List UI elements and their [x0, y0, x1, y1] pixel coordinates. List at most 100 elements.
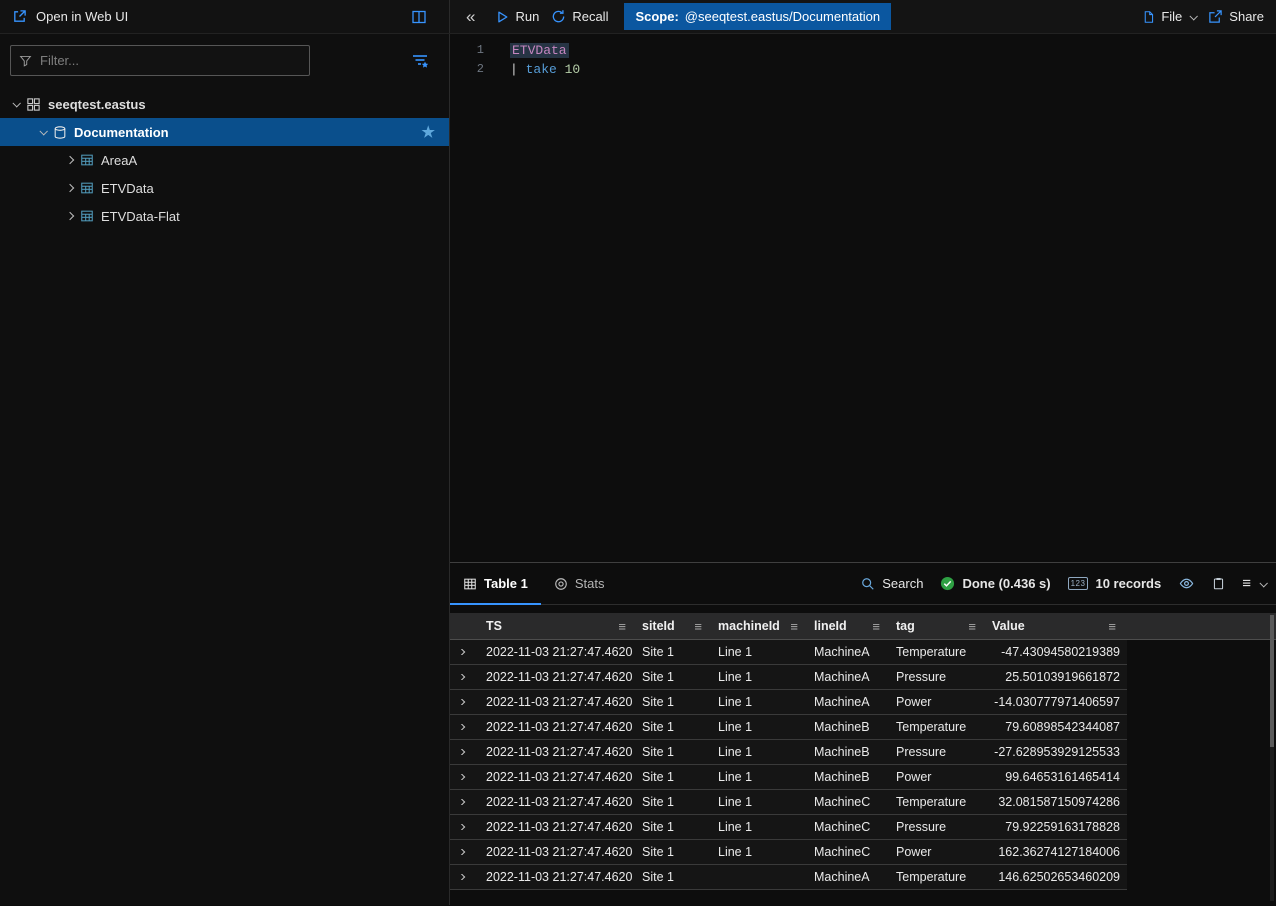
code-line[interactable]: 1ETVData: [450, 41, 1276, 60]
collapse-panel-button[interactable]: «: [458, 7, 483, 27]
cell-value: 32.081587150974286: [986, 795, 1126, 809]
code-text: | take 10: [484, 60, 580, 79]
table-row[interactable]: 2022-11-03 21:27:47.4620Site 1MachineATe…: [450, 865, 1127, 890]
cell-siteid: Site 1: [636, 870, 712, 884]
favorites-filter-icon[interactable]: [411, 53, 429, 69]
search-icon: [861, 577, 875, 591]
cell-machineid: Line 1: [712, 820, 808, 834]
copy-clipboard-icon[interactable]: [1212, 576, 1225, 591]
row-expand-icon[interactable]: [450, 799, 480, 805]
cell-siteid: Site 1: [636, 670, 712, 684]
column-header-lineid[interactable]: lineId≡: [808, 613, 890, 639]
cell-value: -27.628953929125533: [986, 745, 1126, 759]
search-button[interactable]: Search: [861, 576, 923, 591]
tree-item-cluster[interactable]: seeqtest.eastus: [0, 90, 449, 118]
column-header-tag[interactable]: tag≡: [890, 613, 986, 639]
column-header-value[interactable]: Value≡: [986, 613, 1126, 639]
row-expand-icon[interactable]: [450, 849, 480, 855]
open-in-web-ui-button[interactable]: Open in Web UI: [12, 9, 128, 24]
table-row[interactable]: 2022-11-03 21:27:47.4620Site 1Line 1Mach…: [450, 790, 1127, 815]
table-row[interactable]: 2022-11-03 21:27:47.4620Site 1Line 1Mach…: [450, 740, 1127, 765]
tree-item-table[interactable]: AreaA: [0, 146, 449, 174]
tree-item-table[interactable]: ETVData: [0, 174, 449, 202]
scrollbar-thumb[interactable]: [1270, 615, 1274, 747]
column-menu-icon[interactable]: ≡: [694, 619, 702, 634]
table-row[interactable]: 2022-11-03 21:27:47.4620Site 1Line 1Mach…: [450, 690, 1127, 715]
run-button[interactable]: Run: [489, 5, 545, 28]
cell-tag: Pressure: [890, 745, 986, 759]
cluster-name: seeqtest.eastus: [48, 97, 146, 112]
tab-table-1[interactable]: Table 1: [450, 563, 541, 604]
cell-ts: 2022-11-03 21:27:47.4620: [480, 745, 636, 759]
cell-machineid: Line 1: [712, 645, 808, 659]
preview-eye-icon[interactable]: [1178, 576, 1195, 591]
column-menu-icon[interactable]: ≡: [618, 619, 626, 634]
row-expand-icon[interactable]: [450, 649, 480, 655]
table-row[interactable]: 2022-11-03 21:27:47.4620Site 1Line 1Mach…: [450, 640, 1127, 665]
table-row[interactable]: 2022-11-03 21:27:47.4620Site 1Line 1Mach…: [450, 815, 1127, 840]
results-menu-button[interactable]: ≡: [1242, 575, 1266, 592]
header-filler: [1126, 613, 1276, 639]
cell-ts: 2022-11-03 21:27:47.4620: [480, 695, 636, 709]
cell-ts: 2022-11-03 21:27:47.4620: [480, 820, 636, 834]
table-grid-icon: [463, 577, 477, 591]
table-name: AreaA: [101, 153, 137, 168]
chevron-right-icon[interactable]: [66, 184, 74, 192]
column-header-machineid[interactable]: machineId≡: [712, 613, 808, 639]
cell-siteid: Site 1: [636, 820, 712, 834]
table-row[interactable]: 2022-11-03 21:27:47.4620Site 1Line 1Mach…: [450, 840, 1127, 865]
row-expand-icon[interactable]: [450, 724, 480, 730]
chevron-right-icon[interactable]: [66, 212, 74, 220]
code-line[interactable]: 2| take 10: [450, 60, 1276, 79]
tree-item-database[interactable]: Documentation ★: [0, 118, 449, 146]
file-menu-button[interactable]: File: [1136, 5, 1202, 28]
cell-ts: 2022-11-03 21:27:47.4620: [480, 720, 636, 734]
chevron-down-icon[interactable]: [39, 127, 47, 135]
chevron-down-icon[interactable]: [12, 99, 20, 107]
row-expand-icon[interactable]: [450, 824, 480, 830]
split-panel-icon[interactable]: [411, 9, 427, 25]
scope-selector[interactable]: Scope: @seeqtest.eastus/Documentation: [624, 3, 891, 30]
table-row[interactable]: 2022-11-03 21:27:47.4620Site 1Line 1Mach…: [450, 765, 1127, 790]
cell-ts: 2022-11-03 21:27:47.4620: [480, 870, 636, 884]
tab-table-1-label: Table 1: [484, 576, 528, 591]
tab-stats[interactable]: Stats: [541, 563, 618, 604]
filter-box[interactable]: [10, 45, 310, 76]
row-expand-icon[interactable]: [450, 674, 480, 680]
cell-machineid: Line 1: [712, 720, 808, 734]
hamburger-icon: ≡: [1242, 575, 1251, 592]
filter-input[interactable]: [40, 53, 301, 68]
column-menu-icon[interactable]: ≡: [790, 619, 798, 634]
cell-tag: Temperature: [890, 720, 986, 734]
favorite-star-icon[interactable]: ★: [422, 123, 435, 141]
column-menu-icon[interactable]: ≡: [968, 619, 976, 634]
table-icon: [80, 209, 94, 223]
cell-siteid: Site 1: [636, 720, 712, 734]
run-label: Run: [515, 9, 539, 24]
chevron-right-icon[interactable]: [66, 156, 74, 164]
results-panel: Table 1 Stats Search: [450, 562, 1276, 905]
vertical-scrollbar[interactable]: [1270, 615, 1274, 901]
column-menu-icon[interactable]: ≡: [872, 619, 880, 634]
grid-header: TS≡siteId≡machineId≡lineId≡tag≡Value≡: [450, 613, 1276, 640]
tree-item-table[interactable]: ETVData-Flat: [0, 202, 449, 230]
cell-value: 79.92259163178828: [986, 820, 1126, 834]
row-expand-icon[interactable]: [450, 774, 480, 780]
column-header-ts[interactable]: TS≡: [480, 613, 636, 639]
table-row[interactable]: 2022-11-03 21:27:47.4620Site 1Line 1Mach…: [450, 665, 1127, 690]
cell-tag: Power: [890, 695, 986, 709]
share-button[interactable]: Share: [1202, 5, 1270, 28]
table-row[interactable]: 2022-11-03 21:27:47.4620Site 1Line 1Mach…: [450, 715, 1127, 740]
recall-label: Recall: [572, 9, 608, 24]
record-count-text: 10 records: [1095, 576, 1161, 591]
column-menu-icon[interactable]: ≡: [1108, 619, 1116, 634]
row-expand-icon[interactable]: [450, 699, 480, 705]
tree-tables: AreaA ETVDataETVData-Flat: [0, 146, 449, 230]
query-editor[interactable]: 1ETVData2| take 10: [450, 34, 1276, 562]
row-expand-icon[interactable]: [450, 874, 480, 880]
scope-value: @seeqtest.eastus/Documentation: [685, 9, 880, 24]
table-icon: [80, 153, 94, 167]
column-header-siteid[interactable]: siteId≡: [636, 613, 712, 639]
row-expand-icon[interactable]: [450, 749, 480, 755]
recall-button[interactable]: Recall: [545, 5, 614, 28]
